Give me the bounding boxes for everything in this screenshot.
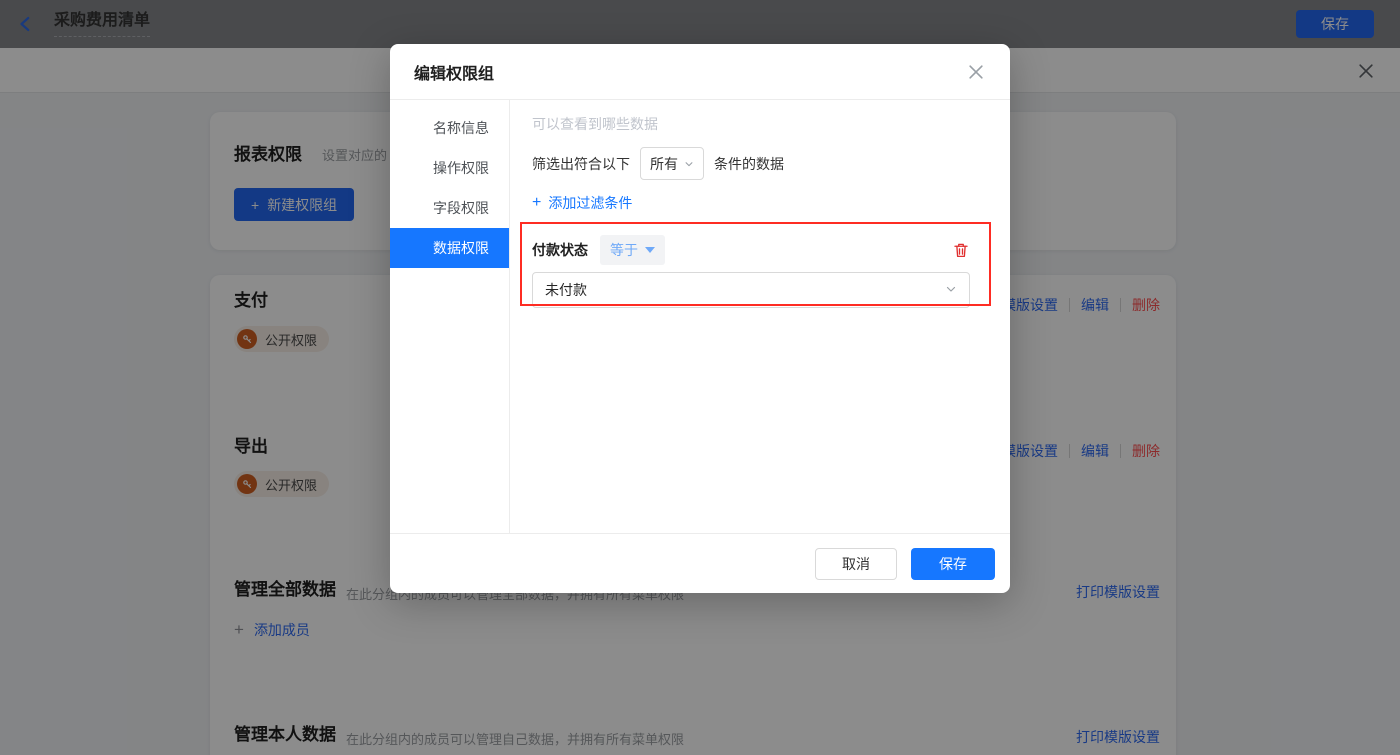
operator-select[interactable]: 等于: [600, 235, 665, 265]
filter-prefix-label: 筛选出符合以下: [532, 154, 630, 174]
dialog-footer: 取消 保存: [390, 533, 1010, 593]
dialog-close-icon[interactable]: [966, 62, 986, 82]
plus-icon: +: [532, 196, 541, 210]
dialog-body: 名称信息 操作权限 字段权限 数据权限 可以查看到哪些数据 筛选出符合以下 所有…: [390, 100, 1010, 533]
dialog-content: 可以查看到哪些数据 筛选出符合以下 所有 条件的数据 + 添加过滤条件 付款状态: [510, 100, 1010, 533]
condition-value-select[interactable]: 未付款: [532, 272, 970, 308]
data-scope-hint: 可以查看到哪些数据: [532, 114, 970, 134]
delete-condition-icon[interactable]: [952, 241, 970, 259]
match-mode-select[interactable]: 所有: [640, 147, 704, 180]
tab-field-permission[interactable]: 字段权限: [390, 188, 509, 228]
caret-down-icon: [645, 247, 655, 253]
save-button[interactable]: 保存: [911, 548, 995, 580]
add-filter-button[interactable]: + 添加过滤条件: [532, 193, 970, 213]
filter-match-row: 筛选出符合以下 所有 条件的数据: [532, 147, 970, 180]
dialog-tabs: 名称信息 操作权限 字段权限 数据权限: [390, 100, 510, 533]
tab-data-permission[interactable]: 数据权限: [390, 228, 509, 268]
screen: 采购费用清单 保存 报表权限 设置对应的「 + 新建权限组 支: [0, 0, 1400, 755]
edit-permission-dialog: 编辑权限组 名称信息 操作权限 字段权限 数据权限 可以查看到哪些数据 筛选出符…: [390, 44, 1010, 593]
filter-suffix-label: 条件的数据: [714, 154, 784, 174]
cancel-button[interactable]: 取消: [815, 548, 897, 580]
dialog-header: 编辑权限组: [390, 44, 1010, 100]
condition-field-label: 付款状态: [532, 240, 588, 260]
tab-operation-permission[interactable]: 操作权限: [390, 148, 509, 188]
dialog-title: 编辑权限组: [414, 60, 494, 84]
filter-condition-row: 付款状态 等于: [532, 236, 970, 264]
tab-name-info[interactable]: 名称信息: [390, 108, 509, 148]
chevron-down-icon: [684, 159, 694, 169]
chevron-down-icon: [945, 282, 957, 298]
